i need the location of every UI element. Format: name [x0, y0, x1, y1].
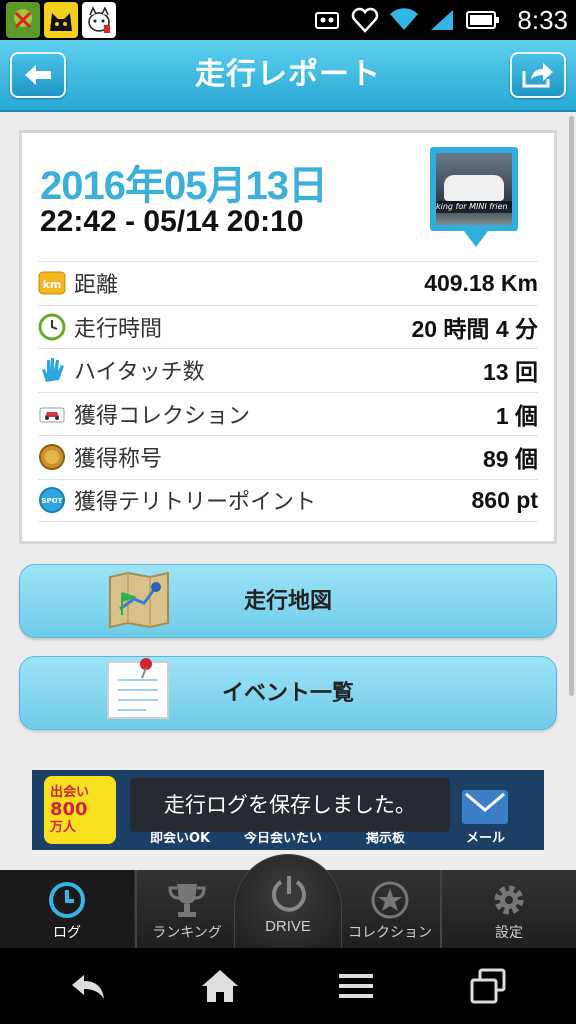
- dog-notification-icon: [82, 2, 116, 38]
- drive-map-label: 走行地図: [243, 589, 332, 614]
- app-header: 走行レポート: [0, 40, 576, 112]
- heart-status-icon: [352, 7, 379, 33]
- tab-collection[interactable]: コレクション: [340, 870, 440, 948]
- gear-icon: [494, 885, 524, 915]
- menu-icon: [339, 974, 373, 998]
- scrollbar[interactable]: [569, 116, 574, 696]
- stat-value: 89 個: [483, 446, 538, 473]
- nav-home-button[interactable]: [190, 962, 250, 1010]
- stat-label: 獲得テリトリーポイント: [74, 490, 317, 516]
- ad-logo-number: 800: [50, 799, 88, 820]
- stat-label: 獲得称号: [74, 447, 163, 473]
- car-icon: [38, 400, 66, 428]
- stat-value: 13 回: [483, 359, 538, 386]
- report-time-range: 22:42 - 05/14 20:10: [40, 205, 304, 238]
- stats-list: km 距離 409.18 Km 走行時間 20 時間 4 分 ハイタッチ数 13…: [38, 261, 538, 522]
- stat-value: 1 個: [495, 402, 538, 429]
- nav-recent-apps-button[interactable]: [458, 962, 518, 1010]
- km-badge-text: km: [43, 278, 62, 291]
- status-bar: 8:33: [0, 0, 576, 40]
- event-list-label: イベント一覧: [221, 681, 354, 706]
- tab-ranking[interactable]: ランキング: [137, 870, 237, 948]
- drive-button[interactable]: DRIVE: [234, 854, 342, 954]
- nav-menu-button[interactable]: [326, 962, 386, 1010]
- star-icon: [371, 881, 409, 919]
- stat-row-collection: 獲得コレクション 1 個: [38, 391, 538, 436]
- clock-icon: [38, 313, 66, 341]
- ad-logo-text: 出会い: [50, 785, 90, 800]
- system-nav-bar: [0, 948, 576, 1024]
- home-icon: [202, 970, 238, 1002]
- notification-icons: [6, 2, 116, 38]
- toast-message: 走行ログを保存しました。: [130, 778, 450, 832]
- tab-label: 設定: [495, 925, 523, 941]
- ad-logo-unit: 万人: [50, 820, 77, 835]
- car-photo: king for MINI frien: [436, 153, 512, 225]
- stat-row-drive-time: 走行時間 20 時間 4 分: [38, 304, 538, 349]
- event-list-button[interactable]: イベント一覧: [19, 656, 557, 730]
- spot-icon: SPOT: [38, 486, 66, 514]
- thumbnail-pointer: [464, 231, 488, 247]
- drive-map-button[interactable]: 走行地図: [19, 564, 557, 638]
- tab-settings[interactable]: 設定: [442, 870, 576, 948]
- stat-row-distance: km 距離 409.18 Km: [38, 261, 538, 305]
- android-notification-icon: [6, 2, 40, 38]
- report-date: 2016年05月13日: [40, 164, 328, 208]
- signal-icon: [431, 10, 454, 30]
- clock-icon: [49, 882, 85, 918]
- battery-icon: [466, 11, 500, 29]
- clock-time: 8:33: [517, 4, 568, 35]
- drive-label: DRIVE: [265, 918, 311, 935]
- nav-back-button[interactable]: [58, 962, 118, 1010]
- high-five-icon: [38, 356, 66, 384]
- stat-value: 409.18 Km: [424, 269, 538, 296]
- photo-caption: king for MINI frien: [436, 201, 512, 213]
- trophy-icon: [168, 884, 206, 917]
- system-status: 8:33: [313, 0, 568, 40]
- tab-label: ランキング: [152, 925, 222, 941]
- tab-label: コレクション: [348, 925, 432, 941]
- stat-label: 獲得コレクション: [74, 403, 251, 429]
- share-button[interactable]: [510, 52, 566, 98]
- stat-row-territory: SPOT 獲得テリトリーポイント 860 pt: [38, 478, 538, 522]
- stat-value: 20 時間 4 分: [411, 315, 538, 342]
- robot-status-icon: [315, 12, 340, 29]
- km-icon: km: [38, 269, 66, 297]
- stat-label: 距離: [74, 273, 119, 299]
- back-icon: [72, 975, 104, 999]
- car-shape: [444, 175, 504, 201]
- stat-row-titles: 獲得称号 89 個: [38, 435, 538, 479]
- ad-logo: 出会い 800 万人: [44, 776, 116, 844]
- stat-value: 860 pt: [471, 486, 538, 513]
- ad-label-4: メール: [466, 831, 506, 846]
- cat-notification-icon: [44, 2, 78, 38]
- report-card: 2016年05月13日 22:42 - 05/14 20:10 king for…: [19, 130, 557, 544]
- spot-badge-text: SPOT: [42, 497, 63, 505]
- stat-row-high-five: ハイタッチ数 13 回: [38, 348, 538, 392]
- wifi-icon: [390, 8, 419, 30]
- stat-label: ハイタッチ数: [74, 360, 205, 386]
- recent-apps-icon: [470, 968, 506, 1004]
- page-title: 走行レポート: [195, 57, 381, 92]
- medal-icon: [38, 443, 66, 471]
- mail-icon: [462, 790, 508, 824]
- share-icon: [522, 63, 553, 88]
- stat-label: 走行時間: [74, 316, 163, 342]
- tab-log[interactable]: ログ: [0, 870, 134, 948]
- power-icon: [272, 876, 306, 912]
- tab-label: ログ: [53, 925, 81, 941]
- drive-photo-thumbnail[interactable]: king for MINI frien: [430, 147, 518, 231]
